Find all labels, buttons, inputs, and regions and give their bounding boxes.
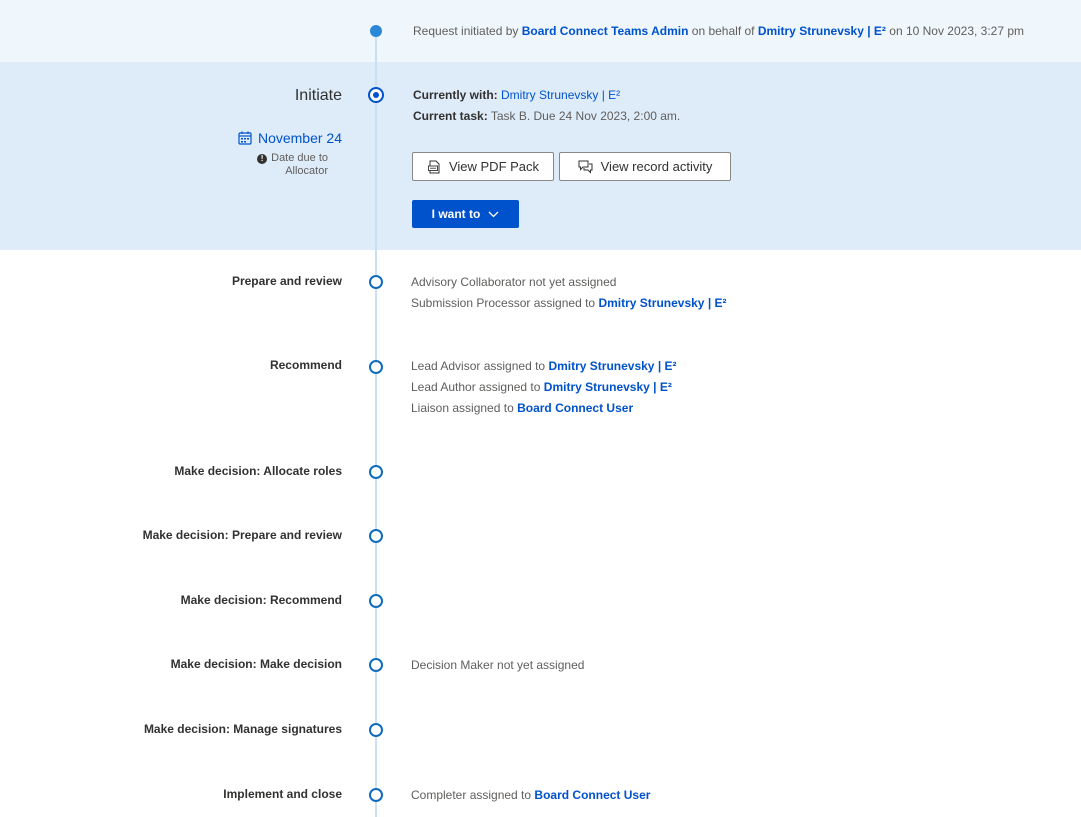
due-note: ! Date due to Allocator	[257, 152, 328, 178]
chevron-down-icon	[488, 211, 499, 217]
assignee-link[interactable]: Dmitry Strunevsky | E²	[544, 380, 672, 394]
assignee-link[interactable]: Board Connect User	[517, 401, 633, 415]
stage-details: Decision Maker not yet assigned	[411, 655, 584, 676]
exclamation-circle-icon: !	[257, 154, 268, 164]
timeline-node	[369, 788, 383, 802]
detail-line: Decision Maker not yet assigned	[411, 658, 585, 672]
stage-title: Make decision: Recommend	[180, 593, 342, 607]
timeline-line	[375, 30, 377, 817]
timeline-node-history	[370, 25, 382, 37]
view-pdf-pack-button[interactable]: View PDF Pack	[412, 152, 554, 181]
timeline-node	[369, 465, 383, 479]
stage-title: Make decision: Make decision	[170, 657, 342, 671]
view-record-activity-button[interactable]: View record activity	[559, 152, 731, 181]
due-date: November 24	[238, 130, 342, 146]
currently-with-row: Currently with: Dmitry Strunevsky | E²	[413, 88, 621, 102]
assignee-link[interactable]: Board Connect User	[534, 788, 650, 802]
timeline-node-current	[368, 87, 384, 103]
detail-line: Liaison assigned to Board Connect User	[411, 401, 634, 415]
timeline-node	[369, 594, 383, 608]
detail-line: Submission Processor assigned to Dmitry …	[411, 296, 727, 310]
stage-title: Recommend	[269, 358, 342, 372]
stage-details: Completer assigned to Board Connect User	[411, 785, 650, 806]
chat-bubbles-icon	[578, 160, 593, 174]
stage-title-initiate: Initiate	[294, 87, 342, 104]
stage-details: Advisory Collaborator not yet assigned S…	[411, 272, 727, 314]
stage-title: Make decision: Manage signatures	[143, 722, 342, 736]
detail-line: Completer assigned to Board Connect User	[411, 788, 651, 802]
current-stage-info: Currently with: Dmitry Strunevsky | E² C…	[413, 85, 680, 127]
detail-line: Lead Advisor assigned to Dmitry Strunevs…	[411, 359, 677, 373]
behalf-of-link[interactable]: Dmitry Strunevsky | E²	[758, 24, 886, 38]
initiator-link[interactable]: Board Connect Teams Admin	[522, 24, 689, 38]
timeline-node	[369, 275, 383, 289]
assignee-link[interactable]: Dmitry Strunevsky | E²	[548, 359, 676, 373]
request-initiated-text: Request initiated by Board Connect Teams…	[413, 24, 1025, 38]
stage-title: Implement and close	[223, 787, 342, 801]
i-want-to-button[interactable]: I want to	[412, 200, 519, 228]
stage-details: Lead Advisor assigned to Dmitry Strunevs…	[411, 356, 677, 419]
stage-title: Prepare and review	[231, 274, 342, 288]
detail-line: Advisory Collaborator not yet assigned	[411, 275, 617, 289]
assignee-link[interactable]: Dmitry Strunevsky | E²	[598, 296, 726, 310]
timeline-node	[369, 360, 383, 374]
current-task-row: Current task: Task B. Due 24 Nov 2023, 2…	[413, 109, 681, 123]
due-date-value: November 24	[257, 130, 342, 146]
pdf-file-icon	[428, 160, 440, 173]
detail-line: Lead Author assigned to Dmitry Strunevsk…	[411, 380, 672, 394]
timeline-node	[369, 723, 383, 737]
currently-with-link[interactable]: Dmitry Strunevsky | E²	[501, 88, 620, 102]
calendar-icon	[238, 131, 252, 145]
timeline-node	[369, 658, 383, 672]
stage-title: Make decision: Allocate roles	[174, 464, 342, 478]
stage-title: Make decision: Prepare and review	[142, 528, 342, 542]
timeline-node	[369, 529, 383, 543]
